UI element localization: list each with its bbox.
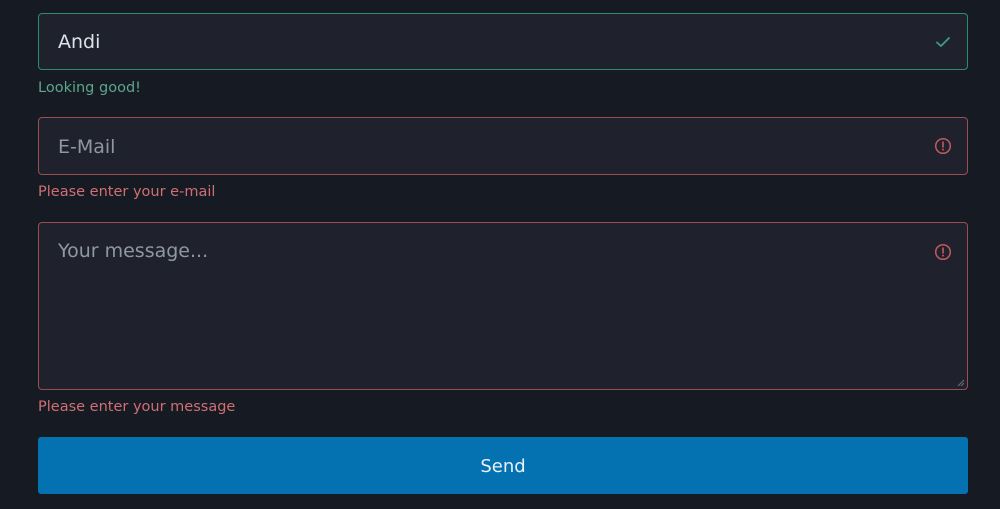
message-textarea-placeholder: Your message...	[58, 240, 209, 262]
email-input[interactable]: E-Mail	[38, 117, 968, 175]
message-feedback: Please enter your message	[38, 399, 236, 415]
name-input[interactable]: Andi	[38, 13, 968, 70]
name-feedback: Looking good!	[38, 80, 141, 96]
email-input-placeholder: E-Mail	[58, 136, 116, 158]
email-feedback: Please enter your e-mail	[38, 184, 216, 200]
alert-circle-icon	[934, 137, 952, 155]
message-textarea[interactable]: Your message...	[38, 222, 968, 390]
name-input-value: Andi	[58, 31, 101, 53]
check-icon	[936, 37, 950, 47]
alert-circle-icon	[934, 243, 952, 261]
resize-handle-icon[interactable]	[957, 379, 965, 387]
send-button[interactable]: Send	[38, 437, 968, 494]
